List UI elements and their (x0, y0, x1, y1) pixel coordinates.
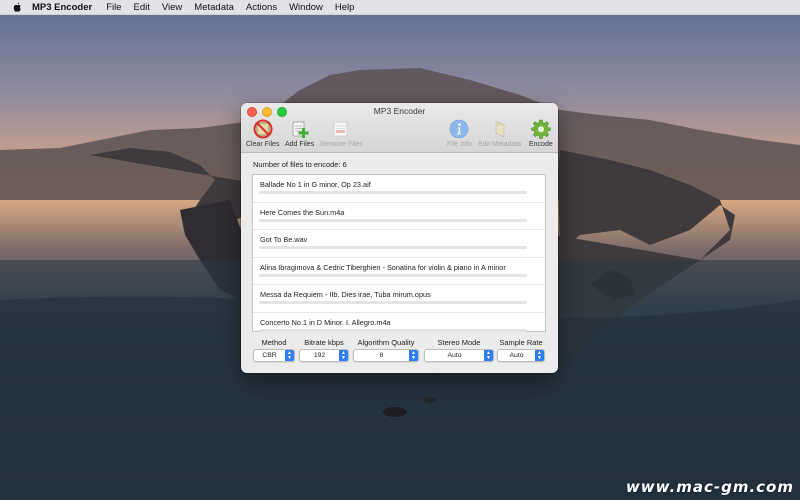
menu-edit[interactable]: Edit (134, 2, 150, 13)
add-files-icon (292, 121, 309, 138)
metadata-tag-icon (495, 120, 504, 138)
edit-metadata-label: Edit Metadata (478, 141, 522, 148)
encode-gear-icon (531, 119, 551, 139)
popup-arrows-icon: ▲ ▼ (285, 350, 294, 361)
popup-arrows-icon: ▲ ▼ (339, 350, 348, 361)
progress-bar (259, 273, 527, 277)
file-info-button[interactable]: File Info (447, 119, 472, 148)
add-files-label: Add Files (285, 141, 315, 148)
menu-file[interactable]: File (106, 2, 121, 13)
remove-files-button[interactable]: Remove Files (320, 119, 363, 148)
window-titlebar: MP3 Encoder Clear Files Add Files Remove… (241, 103, 558, 153)
method-control: Method CBR ▲ ▼ (253, 338, 295, 362)
remove-files-label: Remove Files (320, 141, 363, 148)
progress-bar (259, 191, 527, 194)
bitrate-label: Bitrate kbps (304, 338, 344, 347)
progress-bar (259, 328, 527, 332)
menu-actions[interactable]: Actions (246, 2, 277, 13)
encoding-settings: Method CBR ▲ ▼ Bitrate kbps 192 ▲ ▼ Algori… (241, 338, 558, 368)
file-name: Here Comes the Sun.m4a (260, 207, 345, 217)
quality-control: Algorithm Quality 8 ▲ ▼ (353, 338, 419, 362)
bitrate-control: Bitrate kbps 192 ▲ ▼ (299, 338, 349, 362)
sample-rate-label: Sample Rate (499, 338, 543, 347)
menu-window[interactable]: Window (289, 2, 323, 13)
watermark: www.mac-gm.com (625, 478, 794, 496)
window-title: MP3 Encoder (373, 106, 426, 116)
clear-files-icon (253, 119, 273, 139)
menu-bar: MP3 Encoder File Edit View Metadata Acti… (0, 0, 800, 15)
bitrate-select[interactable]: 192 ▲ ▼ (299, 349, 349, 362)
method-select[interactable]: CBR ▲ ▼ (253, 349, 295, 362)
file-info-label: File Info (447, 141, 472, 148)
file-name: Got To Be.wav (260, 235, 308, 244)
list-item[interactable]: Messa da Requiem - IIb. Dies irae, Tuba … (253, 285, 545, 313)
progress-bar (259, 246, 527, 249)
menu-metadata[interactable]: Metadata (194, 2, 234, 13)
apple-icon[interactable] (12, 2, 22, 12)
menu-view[interactable]: View (162, 2, 182, 13)
file-name: Messa da Requiem - IIb. Dies irae, Tuba … (260, 290, 431, 299)
list-item[interactable]: Ballade No 1 in G minor, Op 23.aif (253, 175, 545, 203)
sample-rate-select[interactable]: Auto ▲ ▼ (497, 349, 545, 362)
sample-rate-control: Sample Rate Auto ▲ ▼ (497, 338, 545, 362)
mp3-encoder-window: MP3 Encoder Clear Files Add Files Remove… (241, 103, 558, 373)
main-content: Number of files to encode: 6 Ballade No … (241, 160, 558, 332)
file-name: Concerto No.1 in D Minor. I. Allegro.m4a (260, 317, 391, 327)
stereo-control: Stereo Mode Auto ▲ ▼ (424, 338, 494, 362)
list-item[interactable]: Here Comes the Sun.m4a (253, 203, 545, 230)
remove-files-icon (333, 121, 348, 137)
stereo-label: Stereo Mode (437, 338, 481, 347)
list-item[interactable]: Alina Ibragimova & Cedric Tiberghien - S… (253, 258, 545, 285)
edit-metadata-button[interactable]: Edit Metadata (478, 119, 521, 148)
stereo-value: Auto (447, 352, 462, 359)
menu-help[interactable]: Help (335, 2, 355, 13)
clear-files-label: Clear Files (246, 141, 280, 148)
method-label: Method (261, 338, 287, 347)
quality-label: Algorithm Quality (357, 338, 415, 347)
list-item[interactable]: Concerto No.1 in D Minor. I. Allegro.m4a (253, 313, 545, 340)
info-icon (450, 119, 469, 139)
encode-label: Encode (529, 141, 553, 148)
popup-arrows-icon: ▲ ▼ (535, 350, 544, 361)
list-item[interactable]: Got To Be.wav (253, 230, 545, 258)
encode-button[interactable]: Encode (529, 119, 553, 148)
add-files-button[interactable]: Add Files (285, 119, 314, 148)
progress-bar (259, 218, 527, 222)
file-name: Ballade No 1 in G minor, Op 23.aif (260, 180, 371, 189)
popup-arrows-icon: ▲ ▼ (409, 350, 418, 361)
clear-files-button[interactable]: Clear Files (246, 119, 279, 148)
menu-app-name[interactable]: MP3 Encoder (32, 2, 92, 13)
quality-select[interactable]: 8 ▲ ▼ (353, 349, 419, 362)
stereo-select[interactable]: Auto ▲ ▼ (424, 349, 494, 362)
file-list[interactable]: Ballade No 1 in G minor, Op 23.aif Here … (252, 174, 546, 332)
file-name: Alina Ibragimova & Cedric Tiberghien - S… (260, 262, 506, 272)
popup-arrows-icon: ▲ ▼ (484, 350, 493, 361)
progress-bar (259, 301, 527, 304)
file-count-label: Number of files to encode: 6 (253, 160, 347, 169)
